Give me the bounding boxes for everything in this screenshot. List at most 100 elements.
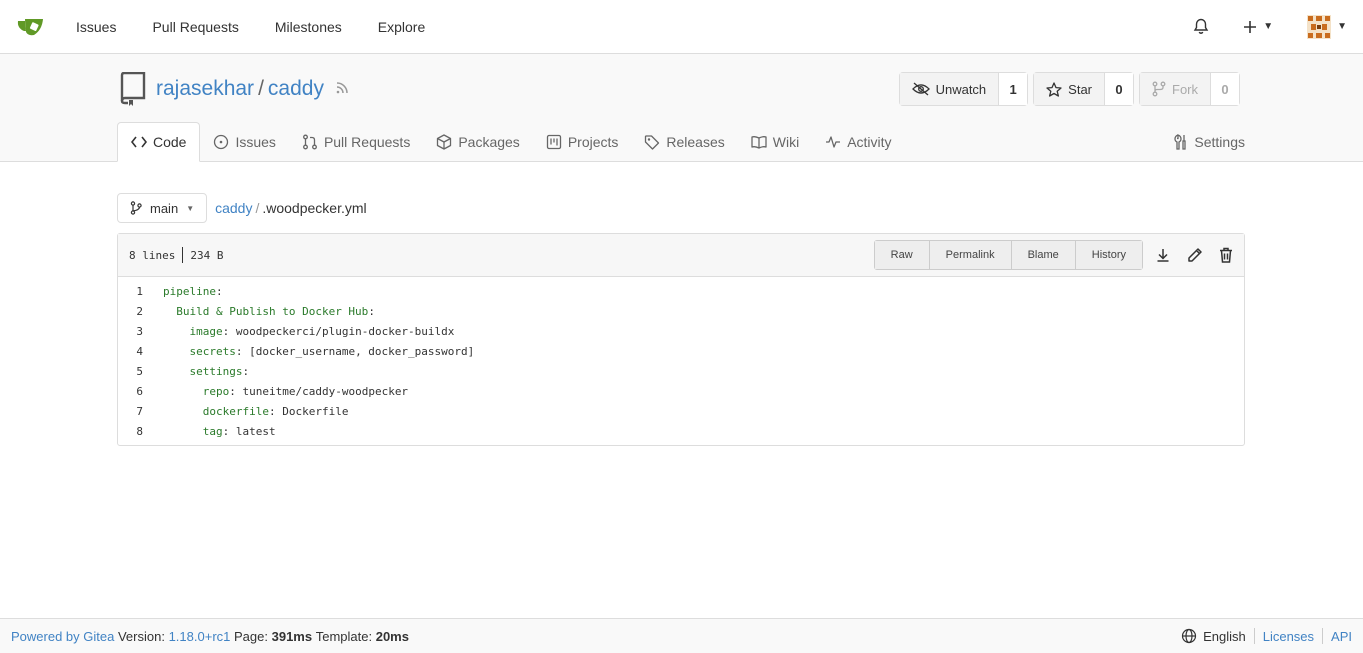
repo-title: rajasekhar / caddy xyxy=(118,72,350,106)
line-number[interactable]: 1 xyxy=(118,285,148,298)
line-number[interactable]: 8 xyxy=(118,425,148,438)
watch-count[interactable]: 1 xyxy=(999,73,1028,105)
yaml-value: : tuneitme/caddy-woodpecker xyxy=(229,384,409,398)
line-content: dockerfile: Dockerfile xyxy=(148,404,349,418)
footer: Powered by Gitea Version: 1.18.0+rc1 Pag… xyxy=(0,618,1363,653)
tab-activity[interactable]: Activity xyxy=(812,122,904,162)
tab-pull-requests[interactable]: Pull Requests xyxy=(289,122,423,162)
powered-by-gitea-link[interactable]: Powered by Gitea xyxy=(11,629,114,644)
template-time: 20ms xyxy=(375,628,409,644)
edit-pencil-icon[interactable] xyxy=(1187,247,1203,263)
tab-settings[interactable]: Settings xyxy=(1161,122,1245,162)
rss-feed-icon[interactable] xyxy=(334,80,350,99)
blame-button[interactable]: Blame xyxy=(1011,241,1076,269)
line-content: secrets: [docker_username, docker_passwo… xyxy=(148,344,475,358)
chevron-down-icon: ▼ xyxy=(1263,21,1274,32)
download-icon[interactable] xyxy=(1155,247,1171,263)
repo-separator: / xyxy=(258,77,264,100)
history-button[interactable]: History xyxy=(1075,241,1142,269)
trash-icon[interactable] xyxy=(1219,247,1233,263)
code-icon xyxy=(131,136,147,148)
nav-milestones[interactable]: Milestones xyxy=(275,19,342,35)
yaml-value: : woodpeckerci/plugin-docker-buildx xyxy=(222,324,455,338)
licenses-link[interactable]: Licenses xyxy=(1263,629,1314,644)
version-link[interactable]: 1.18.0+rc1 xyxy=(169,629,231,644)
chevron-down-icon: ▼ xyxy=(186,203,195,213)
line-number[interactable]: 4 xyxy=(118,345,148,358)
star-button[interactable]: Star 0 xyxy=(1033,72,1134,106)
avatar xyxy=(1307,14,1332,39)
yaml-value: : xyxy=(242,364,250,378)
tab-releases[interactable]: Releases xyxy=(631,122,737,162)
gitea-logo-icon[interactable] xyxy=(16,14,48,40)
code-line: 5 settings: xyxy=(118,361,1244,381)
code-line: 3 image: woodpeckerci/plugin-docker-buil… xyxy=(118,321,1244,341)
api-link[interactable]: API xyxy=(1331,629,1352,644)
page-time-label: Page: xyxy=(234,628,268,644)
issue-icon xyxy=(214,134,229,150)
line-number[interactable]: 3 xyxy=(118,325,148,338)
code-line: 4 secrets: [docker_username, docker_pass… xyxy=(118,341,1244,361)
star-count[interactable]: 0 xyxy=(1105,73,1133,105)
notifications-bell-icon[interactable] xyxy=(1193,18,1209,35)
tab-wiki[interactable]: Wiki xyxy=(738,122,812,162)
yaml-key: tag xyxy=(202,424,223,438)
fork-label: Fork xyxy=(1172,81,1198,97)
language-selector[interactable]: English xyxy=(1181,628,1246,644)
unwatch-label: Unwatch xyxy=(935,81,987,97)
pulse-icon xyxy=(826,136,841,148)
yaml-key: secrets xyxy=(189,344,236,358)
yaml-value: : Dockerfile xyxy=(268,404,349,418)
fork-icon xyxy=(1152,81,1166,97)
code-line: 2 Build & Publish to Docker Hub: xyxy=(118,301,1244,321)
fork-count[interactable]: 0 xyxy=(1211,73,1239,105)
nav-pull-requests[interactable]: Pull Requests xyxy=(152,19,238,35)
book-icon xyxy=(751,136,767,149)
repo-header: rajasekhar / caddy Unwatch 1 Star 0 Fork xyxy=(0,54,1363,162)
yaml-key: repo xyxy=(202,384,230,398)
page-time: 391ms xyxy=(271,628,313,644)
nav-explore[interactable]: Explore xyxy=(378,19,425,35)
unwatch-button[interactable]: Unwatch 1 xyxy=(898,72,1029,106)
tab-packages[interactable]: Packages xyxy=(423,122,532,162)
tab-issues[interactable]: Issues xyxy=(200,122,288,162)
yaml-value: : xyxy=(368,304,375,318)
permalink-button[interactable]: Permalink xyxy=(929,241,1012,269)
repo-icon xyxy=(120,72,146,106)
version-label: Version: xyxy=(117,628,165,644)
line-number[interactable]: 6 xyxy=(118,385,148,398)
tools-icon xyxy=(1174,134,1187,150)
yaml-value: : xyxy=(215,284,223,298)
repo-tabs: Code Issues Pull Requests Packages Proje… xyxy=(117,122,1245,162)
package-icon xyxy=(437,134,452,150)
raw-button[interactable]: Raw xyxy=(874,241,930,269)
file-action-buttons: Raw Permalink Blame History xyxy=(873,240,1143,270)
user-menu-button[interactable]: ▼ xyxy=(1307,14,1347,39)
repo-name-link[interactable]: caddy xyxy=(268,77,324,101)
yaml-key: settings xyxy=(189,364,243,378)
file-info: 8 lines 234 B xyxy=(129,247,223,263)
tab-projects[interactable]: Projects xyxy=(533,122,632,162)
create-new-button[interactable]: ▼ xyxy=(1243,20,1273,34)
repo-owner-link[interactable]: rajasekhar xyxy=(156,77,254,101)
yaml-value: : latest xyxy=(222,424,276,438)
line-number[interactable]: 5 xyxy=(118,365,148,378)
tab-code[interactable]: Code xyxy=(117,122,201,162)
chevron-down-icon: ▼ xyxy=(1337,21,1347,32)
line-number[interactable]: 2 xyxy=(118,305,148,318)
plus-icon xyxy=(1244,20,1257,33)
nav-issues[interactable]: Issues xyxy=(76,19,116,35)
eye-closed-icon xyxy=(911,82,930,96)
file-line-count: 8 lines xyxy=(129,248,176,262)
line-number[interactable]: 7 xyxy=(118,405,148,418)
branch-selector[interactable]: main ▼ xyxy=(117,193,208,223)
line-content: pipeline: xyxy=(148,285,223,298)
tag-icon xyxy=(645,135,660,150)
fork-button[interactable]: Fork 0 xyxy=(1139,72,1240,106)
code-line: 6 repo: tuneitme/caddy-woodpecker xyxy=(118,381,1244,401)
breadcrumb-repo-link[interactable]: caddy xyxy=(215,200,252,216)
pull-request-icon xyxy=(302,134,317,150)
